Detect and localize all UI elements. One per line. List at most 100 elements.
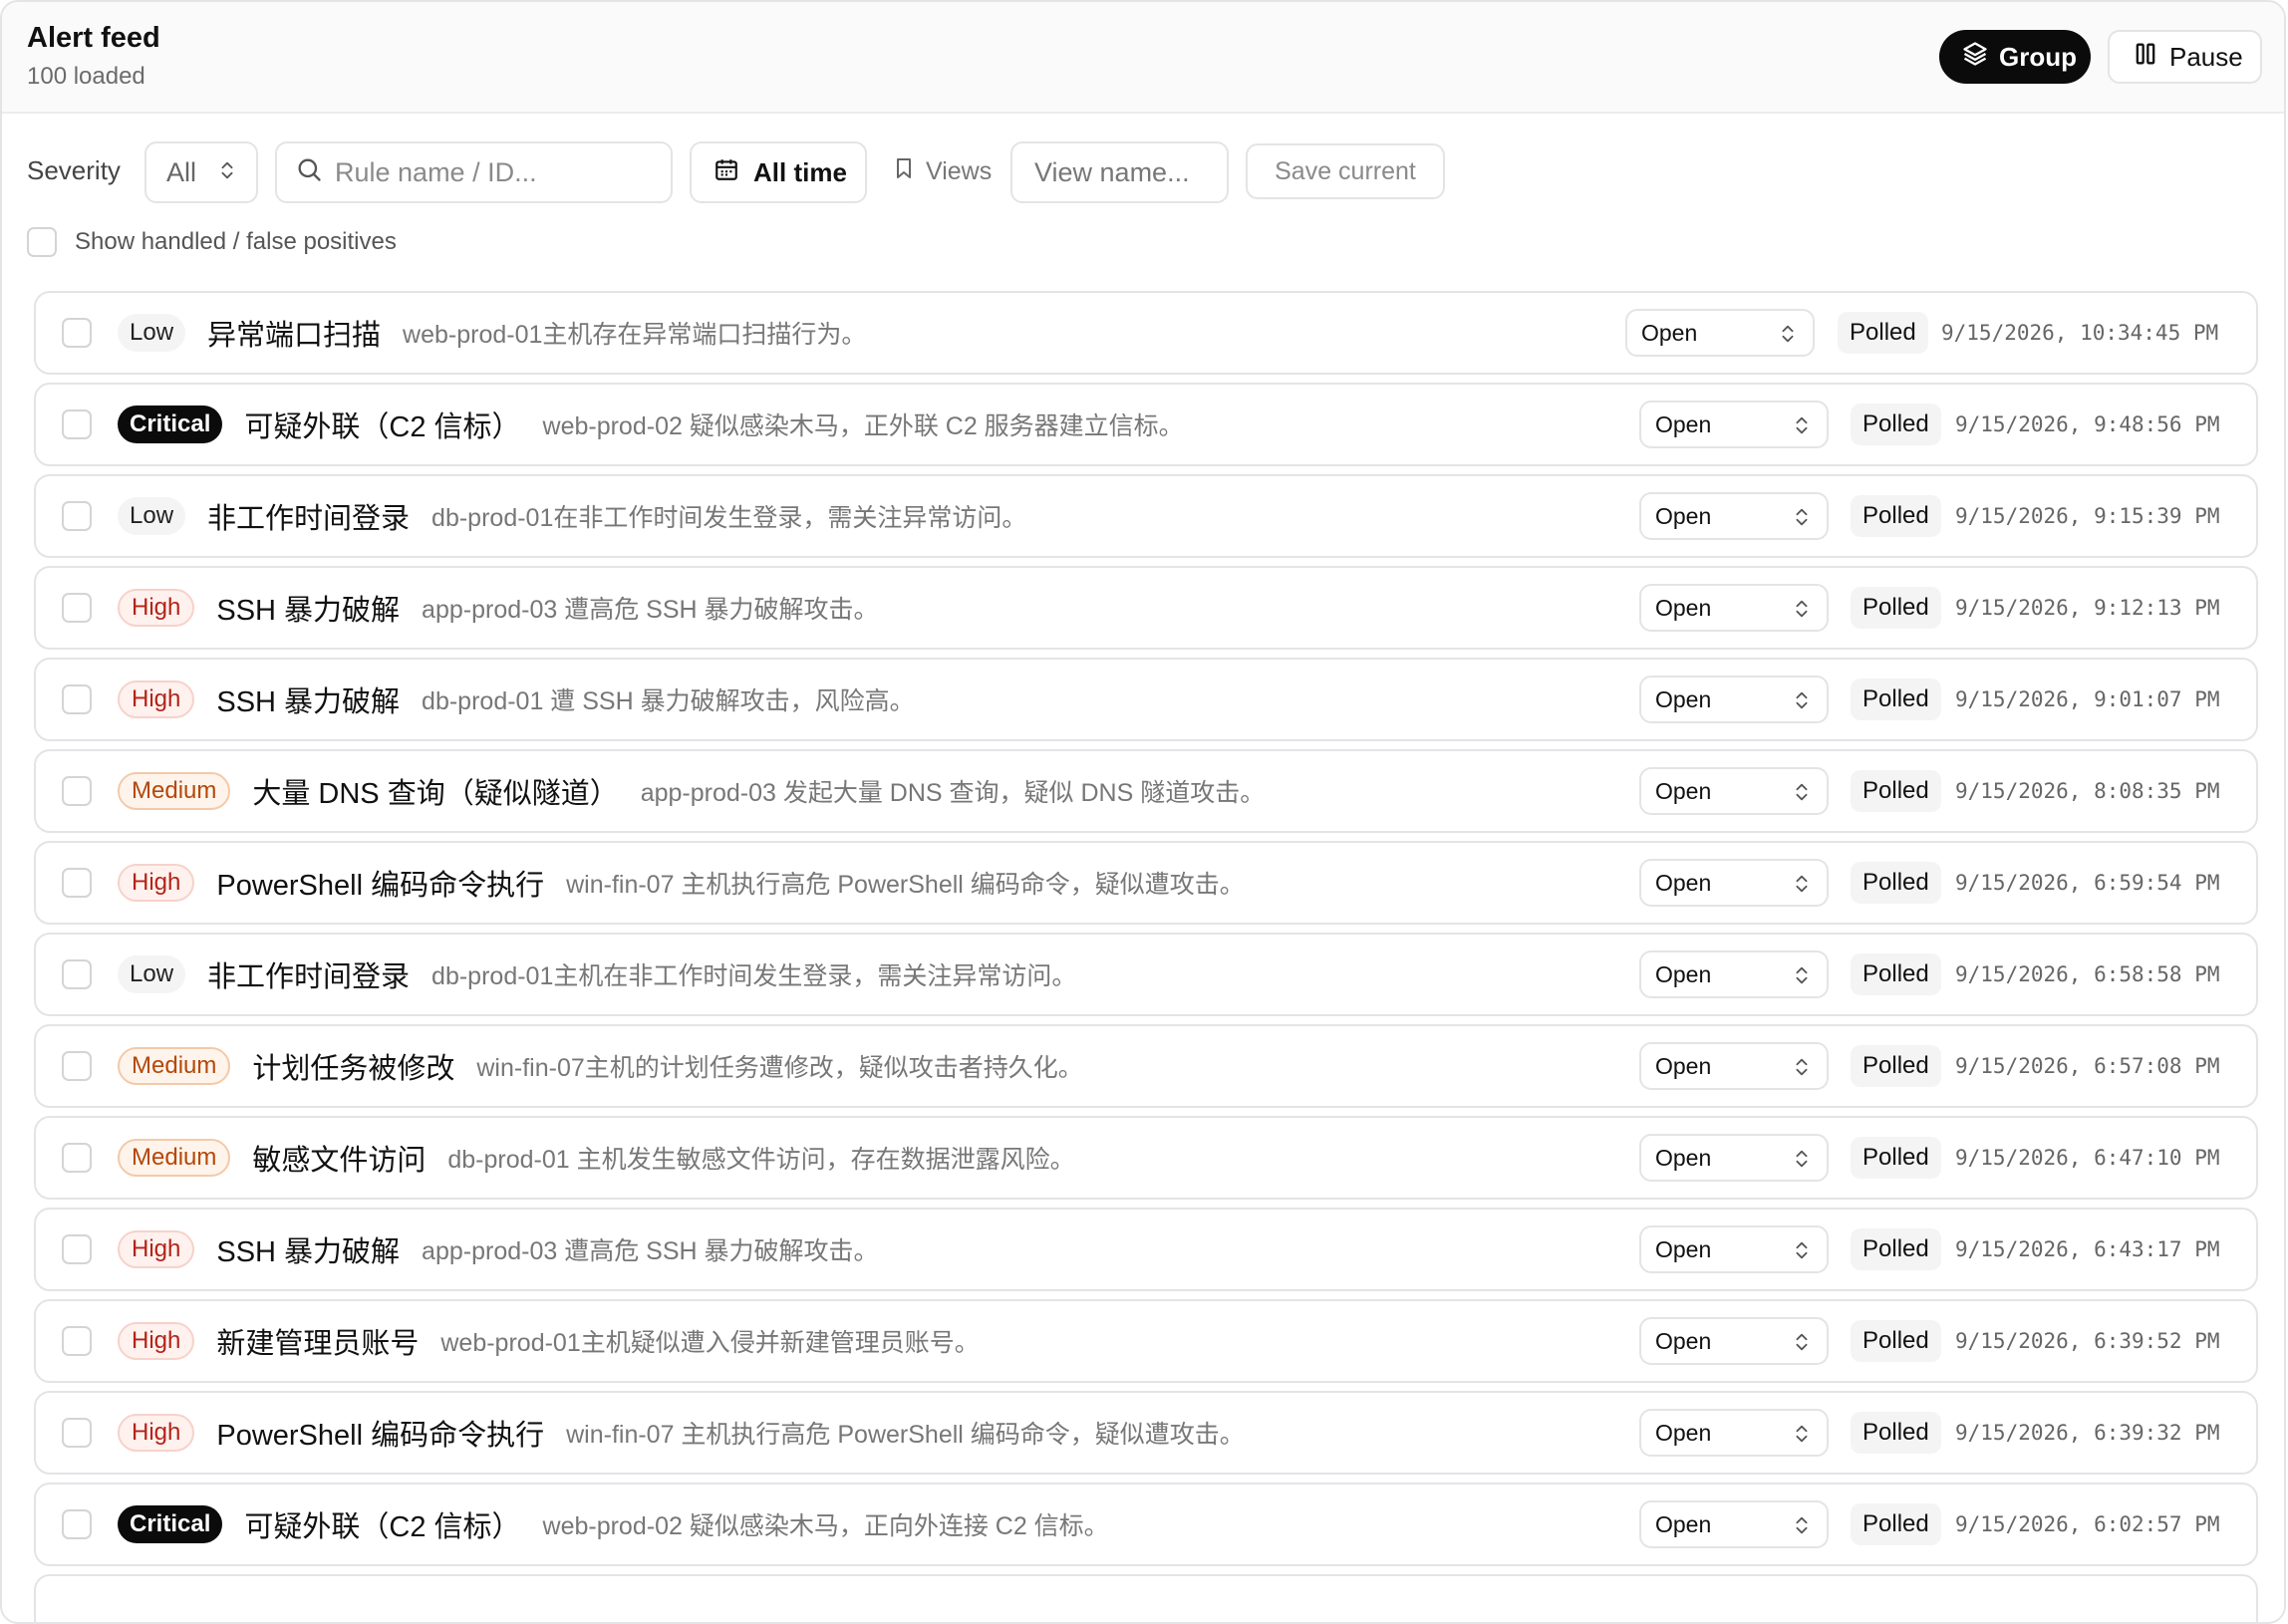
status-select[interactable]: Open (1639, 1134, 1829, 1182)
alert-row[interactable]: High PowerShell 编码命令执行 win-fin-07 主机执行高危 P… (34, 841, 2258, 925)
chevron-up-down-icon (1791, 414, 1813, 436)
alert-description: db-prod-01 遭 SSH 暴力破解攻击，风险高。 (422, 687, 915, 715)
alert-row[interactable]: Critical 可疑外联（C2 信标） web-prod-02 疑似感染木马，正向… (34, 1483, 2258, 1566)
alert-row[interactable]: High SSH 暴力破解 app-prod-03 遭高危 SSH 暴力破解攻击。 O… (34, 1208, 2258, 1291)
alert-title[interactable]: 异常端口扫描 (207, 312, 381, 354)
alert-select-checkbox[interactable] (62, 501, 92, 531)
alert-summary: Medium 敏感文件访问 db-prod-01 主机发生敏感文件访问，存在数据泄露… (118, 1118, 1075, 1198)
alert-title[interactable]: 新建管理员账号 (216, 1320, 419, 1362)
source-badge: Polled (1851, 1045, 1941, 1087)
alert-row[interactable]: Low 非工作时间登录 db-prod-01主机在非工作时间发生登录，需关注异常访问… (34, 933, 2258, 1016)
alert-title[interactable]: 可疑外联（C2 信标） (244, 404, 520, 445)
severity-label: Severity (27, 155, 121, 185)
show-handled-checkbox[interactable] (27, 227, 57, 257)
severity-select[interactable]: All (144, 141, 258, 203)
status-select[interactable]: Open (1639, 492, 1829, 540)
severity-badge: High (118, 864, 195, 902)
alert-title[interactable]: 敏感文件访问 (252, 1137, 426, 1179)
alert-title[interactable]: SSH 暴力破解 (216, 1228, 400, 1270)
alert-row[interactable]: Low 非工作时间登录 db-prod-01在非工作时间发生登录，需关注异常访问。 O… (34, 474, 2258, 558)
alert-row[interactable]: High 新建管理员账号 web-prod-01主机疑似遭入侵并新建管理员账号。 Op… (34, 1299, 2258, 1383)
alert-row[interactable]: High SSH 暴力破解 app-prod-03 遭高危 SSH 暴力破解攻击。 O… (34, 566, 2258, 650)
status-select[interactable]: Open (1625, 309, 1815, 357)
alert-title[interactable]: PowerShell 编码命令执行 (216, 862, 544, 904)
severity-badge: Medium (118, 1047, 231, 1085)
status-select[interactable]: Open (1639, 1409, 1829, 1457)
alert-select-checkbox[interactable] (62, 593, 92, 623)
alert-title[interactable]: 大量 DNS 查询（疑似隧道） (252, 770, 618, 812)
chevron-up-down-icon (1791, 1056, 1813, 1078)
alert-row[interactable]: Medium 计划任务被修改 win-fin-07主机的计划任务遭修改，疑似攻击者持… (34, 1024, 2258, 1108)
pause-button-label: Pause (2169, 41, 2243, 72)
rule-search-input[interactable]: Rule name / ID... (275, 141, 673, 203)
status-select[interactable]: Open (1639, 1225, 1829, 1273)
alert-select-checkbox[interactable] (62, 684, 92, 714)
alert-select-checkbox[interactable] (62, 868, 92, 898)
source-badge: Polled (1851, 404, 1941, 445)
chevron-up-down-icon (1791, 506, 1813, 528)
alert-timestamp: 9/15/2026, 6:39:52 PM (1955, 1329, 2220, 1353)
alert-title[interactable]: 非工作时间登录 (207, 495, 410, 537)
severity-badge: Medium (118, 772, 231, 810)
status-select[interactable]: Open (1639, 401, 1829, 448)
view-name-input[interactable]: View name... (1010, 141, 1229, 203)
alert-description: db-prod-01在非工作时间发生登录，需关注异常访问。 (431, 504, 1027, 532)
alert-select-checkbox[interactable] (62, 409, 92, 439)
time-range-button[interactable]: All time (690, 141, 867, 203)
alert-select-checkbox[interactable] (62, 1509, 92, 1539)
alert-select-checkbox[interactable] (62, 1051, 92, 1081)
alert-row[interactable]: Low 异常端口扫描 web-prod-01主机存在异常端口扫描行为。 Open Pol… (34, 291, 2258, 375)
alert-timestamp: 9/15/2026, 9:12:13 PM (1955, 596, 2220, 620)
status-select[interactable]: Open (1639, 767, 1829, 815)
chevron-up-down-icon (1791, 598, 1813, 620)
alert-timestamp: 9/15/2026, 6:59:54 PM (1955, 871, 2220, 895)
alert-row[interactable]: Critical 可疑外联（C2 信标） web-prod-02 疑似感染木马，正外… (34, 383, 2258, 466)
alert-select-checkbox[interactable] (62, 318, 92, 348)
chevron-up-down-icon (1791, 1514, 1813, 1536)
alert-feed-panel: Alert feed 100 loaded Group Pause Severi… (0, 0, 2286, 1624)
status-select[interactable]: Open (1639, 1317, 1829, 1365)
status-select[interactable]: Open (1639, 1042, 1829, 1090)
status-select[interactable]: Open (1639, 676, 1829, 723)
alert-row[interactable]: Medium 大量 DNS 查询（疑似隧道） app-prod-03 发起大量 DN… (34, 749, 2258, 833)
alert-title[interactable]: SSH 暴力破解 (216, 587, 400, 629)
source-badge: Polled (1851, 770, 1941, 812)
alert-summary: High PowerShell 编码命令执行 win-fin-07 主机执行高危 P… (118, 1393, 1245, 1473)
pause-button[interactable]: Pause (2108, 30, 2262, 84)
status-value: Open (1655, 777, 1712, 804)
show-handled-toggle[interactable]: Show handled / false positives (27, 227, 397, 257)
severity-badge: High (118, 1322, 195, 1360)
alert-title[interactable]: SSH 暴力破解 (216, 678, 400, 720)
alert-select-checkbox[interactable] (62, 1326, 92, 1356)
save-current-button[interactable]: Save current (1246, 143, 1445, 199)
alert-title[interactable]: 计划任务被修改 (252, 1045, 454, 1087)
alert-select-checkbox[interactable] (62, 1143, 92, 1173)
alert-timestamp: 9/15/2026, 9:01:07 PM (1955, 687, 2220, 711)
status-select[interactable]: Open (1639, 584, 1829, 632)
alert-description: win-fin-07 主机执行高危 PowerShell 编码命令，疑似遭攻击。 (566, 871, 1245, 899)
alert-title[interactable]: PowerShell 编码命令执行 (216, 1412, 544, 1454)
status-select[interactable]: Open (1639, 950, 1829, 998)
alert-row[interactable]: High SSH 暴力破解 db-prod-01 遭 SSH 暴力破解攻击，风险高。… (34, 658, 2258, 741)
alert-timestamp: 9/15/2026, 6:39:32 PM (1955, 1421, 2220, 1445)
alert-row[interactable]: Medium 敏感文件访问 db-prod-01 主机发生敏感文件访问，存在数据泄露… (34, 1116, 2258, 1200)
alert-timestamp: 9/15/2026, 6:47:10 PM (1955, 1146, 2220, 1170)
search-icon (295, 155, 323, 190)
alert-title[interactable]: 非工作时间登录 (207, 953, 410, 995)
alert-select-checkbox[interactable] (62, 959, 92, 989)
group-button[interactable]: Group (1939, 30, 2091, 84)
alert-select-checkbox[interactable] (62, 1418, 92, 1448)
status-value: Open (1655, 1235, 1712, 1262)
alert-summary: Medium 大量 DNS 查询（疑似隧道） app-prod-03 发起大量 DN… (118, 751, 1265, 831)
views-menu[interactable]: Views (892, 156, 992, 187)
status-select[interactable]: Open (1639, 859, 1829, 907)
severity-badge: Low (118, 955, 186, 993)
alert-timestamp: 9/15/2026, 6:02:57 PM (1955, 1512, 2220, 1536)
alert-title[interactable]: 可疑外联（C2 信标） (244, 1503, 520, 1545)
alert-row[interactable]: High PowerShell 编码命令执行 win-fin-07 主机执行高危 P… (34, 1391, 2258, 1475)
alert-select-checkbox[interactable] (62, 1234, 92, 1264)
alert-select-checkbox[interactable] (62, 776, 92, 806)
alert-description: app-prod-03 遭高危 SSH 暴力破解攻击。 (422, 596, 879, 624)
alert-row[interactable] (34, 1574, 2258, 1622)
status-select[interactable]: Open (1639, 1500, 1829, 1548)
